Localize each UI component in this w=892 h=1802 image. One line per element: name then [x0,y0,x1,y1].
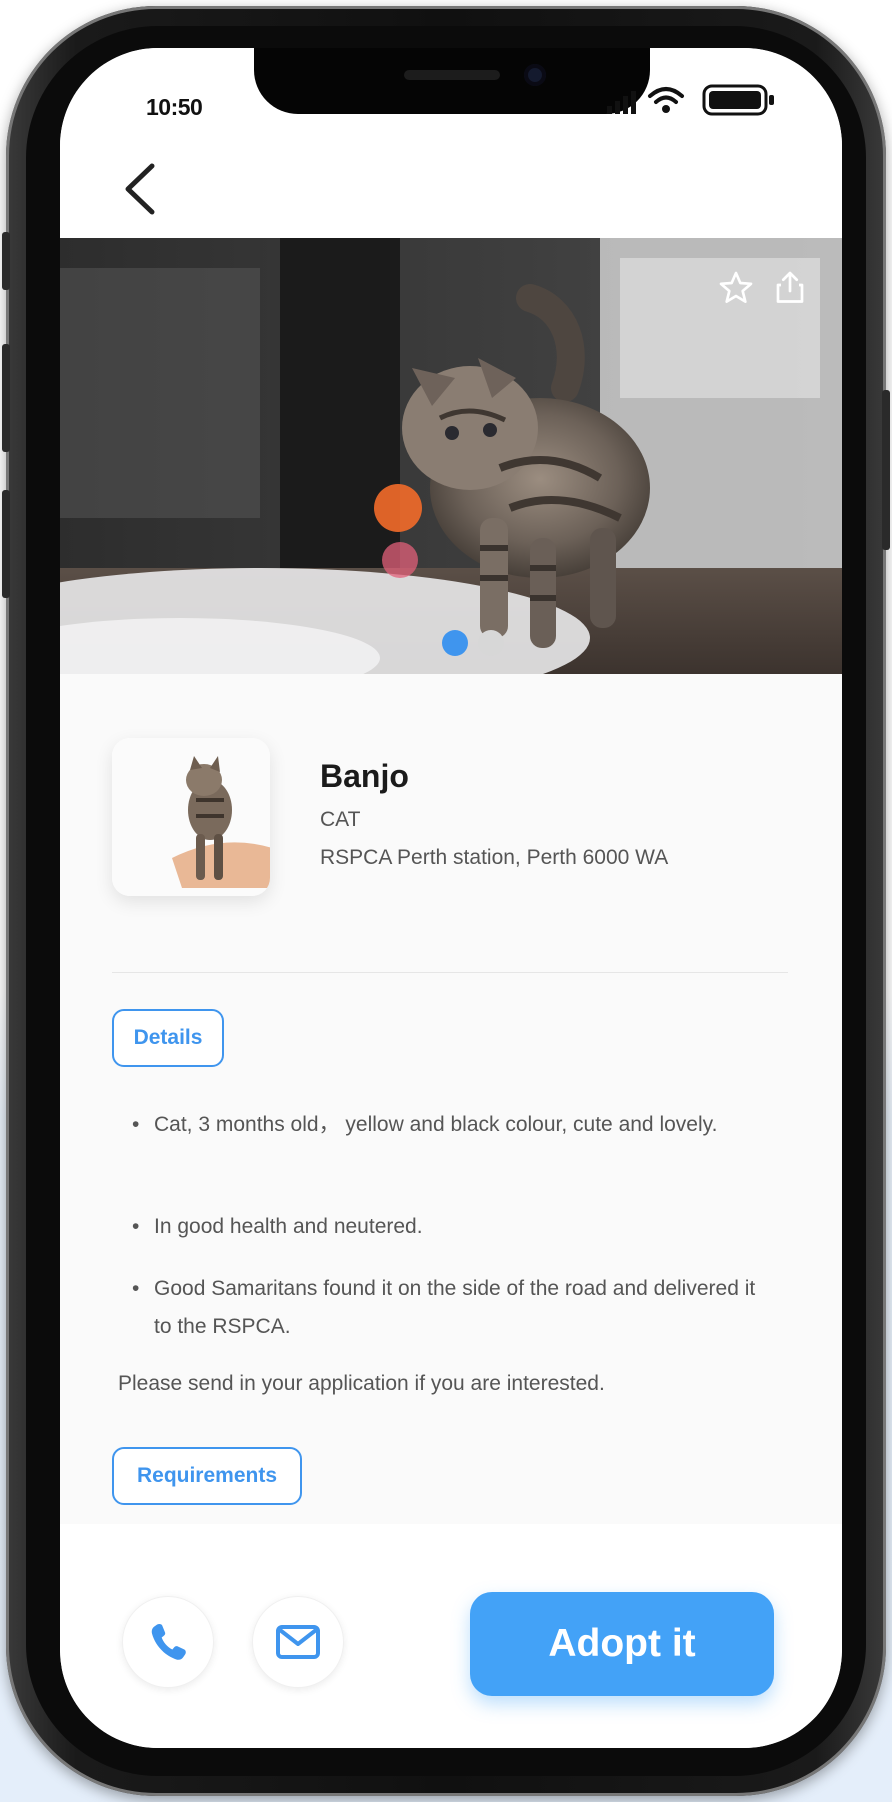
bullet-dot: • [132,1113,140,1136]
call-button[interactable] [122,1596,214,1688]
detail-bullet-text: Cat, 3 months old， yellow and black colo… [154,1113,718,1136]
favorite-star-icon[interactable] [716,268,756,308]
status-time: 10:50 [146,94,203,120]
carousel-dot[interactable] [478,630,504,656]
email-button[interactable] [252,1596,344,1688]
bullet-dot: • [132,1277,140,1300]
mail-icon [276,1625,320,1659]
side-button-volume-down [2,490,10,598]
side-button-power [882,390,890,550]
pet-thumbnail [112,738,270,896]
side-button-mute [2,232,10,290]
pet-name: Banjo [320,758,409,794]
phone-icon [151,1623,186,1660]
notch [254,48,650,114]
detail-bullet-1: • Cat, 3 months old， yellow and black co… [132,1106,782,1186]
back-arrow-icon[interactable] [120,162,160,216]
front-camera [524,64,546,86]
battery-icon [702,84,776,116]
pet-location: RSPCA Perth station, Perth 6000 WA [320,846,669,869]
detail-bullet-2: • In good health and neutered. [132,1208,782,1248]
adopt-button[interactable]: Adopt it [470,1592,774,1696]
side-button-volume-up [2,344,10,452]
wifi-icon [646,84,686,116]
pet-type: CAT [320,808,361,831]
application-note: Please send in your application if you a… [118,1372,605,1395]
detail-bullet-text: Good Samaritans found it on the side of … [154,1277,756,1338]
detail-bullet-text: In good health and neutered. [154,1215,423,1238]
bullet-dot: • [132,1215,140,1238]
signal-icon [606,88,636,116]
carousel-dot-active[interactable] [442,630,468,656]
share-icon[interactable] [772,268,808,308]
divider [112,972,788,973]
detail-bullet-3: • Good Samaritans found it on the side o… [132,1270,782,1350]
pet-photo-carousel[interactable] [60,238,842,674]
requirements-tab[interactable]: Requirements [112,1447,302,1505]
speaker [404,70,500,80]
details-tab[interactable]: Details [112,1009,224,1067]
